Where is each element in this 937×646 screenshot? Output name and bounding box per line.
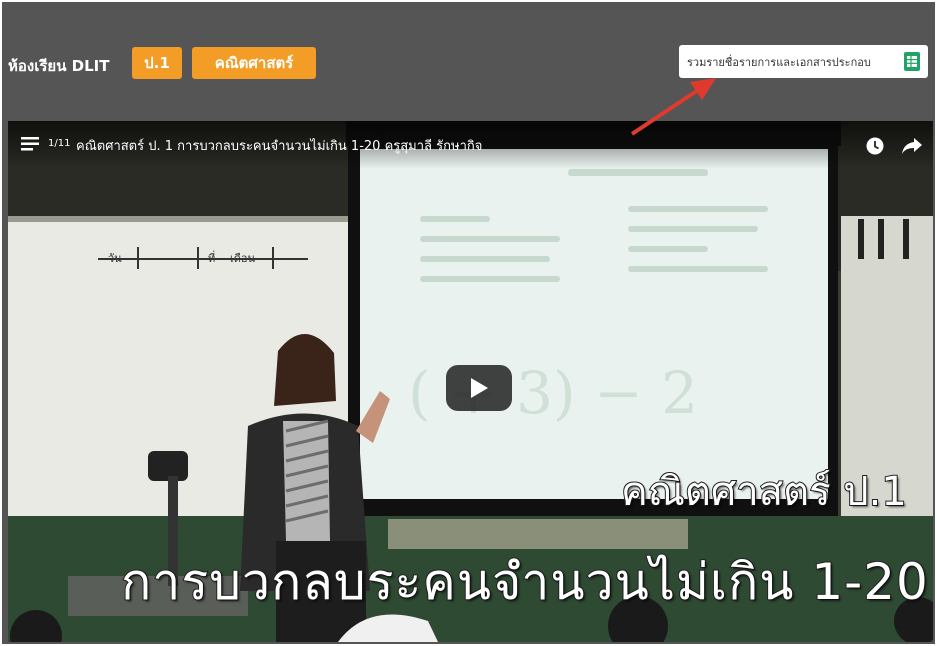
video-title[interactable]: คณิตศาสตร์ ป. 1 การบวกลบระคนจำนวนไม่เกิน…	[76, 135, 482, 156]
play-icon	[471, 378, 488, 398]
share-icon[interactable]	[901, 137, 923, 155]
board-label-month: เดือน	[230, 252, 256, 265]
video-player[interactable]: วัน ที่ เดือน ( + 3) − 2 1/11 คณิตศาสตร์…	[8, 121, 933, 642]
room-title: ห้องเรียน DLIT	[8, 57, 110, 75]
overlay-lesson-caption: การบวกลบระคนจำนวนไม่เกิน 1-20	[120, 552, 929, 612]
overlay-subject-caption: คณิตศาสตร์ ป.1	[620, 468, 908, 516]
board-label-day: วัน	[108, 252, 122, 265]
spreadsheet-icon	[904, 52, 920, 71]
play-button[interactable]	[446, 365, 512, 411]
board-label-date: ที่	[208, 250, 215, 265]
header-bar: ห้องเรียน DLIT ป.1 คณิตศาสตร์ รวมรายชื่อ…	[2, 2, 935, 112]
grade-badge[interactable]: ป.1	[132, 47, 182, 79]
video-top-bar: 1/11 คณิตศาสตร์ ป. 1 การบวกลบระคนจำนวนไม…	[8, 121, 933, 169]
watch-later-icon[interactable]	[866, 137, 884, 155]
subject-badge[interactable]: คณิตศาสตร์	[192, 47, 316, 79]
documents-list-button[interactable]: รวมรายชื่อรายการและเอกสารประกอบ	[679, 45, 928, 78]
playlist-index: 1/11	[48, 138, 71, 149]
playlist-icon[interactable]	[21, 137, 39, 151]
dlit-classroom-page: ห้องเรียน DLIT ป.1 คณิตศาสตร์ รวมรายชื่อ…	[2, 2, 935, 644]
documents-list-label: รวมรายชื่อรายการและเอกสารประกอบ	[687, 55, 871, 69]
